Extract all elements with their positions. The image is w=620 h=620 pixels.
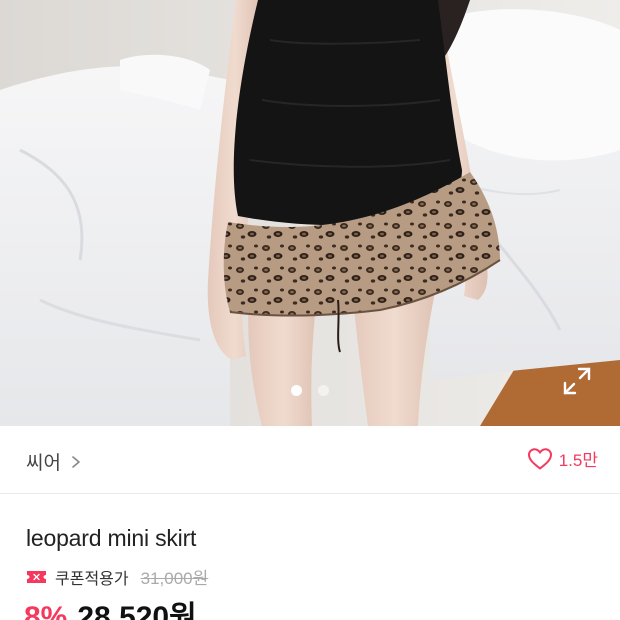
expand-icon: [563, 367, 591, 395]
chevron-right-icon: [72, 455, 80, 468]
coupon-icon: [27, 570, 46, 583]
heart-outline-icon: [527, 447, 552, 470]
sale-price: 28,520원: [77, 601, 197, 620]
carousel-dot-2[interactable]: [318, 385, 329, 396]
brand-name: 씨어: [26, 453, 61, 474]
brand-link[interactable]: 씨어: [26, 448, 81, 475]
brand-row: 씨어 1.5만: [0, 426, 620, 494]
coupon-price-row: 쿠폰적용가 31,000원: [26, 564, 208, 589]
like-count: 1.5만: [558, 451, 598, 470]
expand-image-button[interactable]: [560, 364, 594, 398]
carousel-dot-1[interactable]: [291, 385, 302, 396]
coupon-label: 쿠폰적용가: [55, 570, 129, 588]
product-photo: [0, 0, 620, 426]
product-title: leopard mini skirt: [26, 525, 197, 551]
like-button[interactable]: 1.5만: [527, 446, 598, 471]
discount-rate: 8%: [24, 601, 68, 620]
price-row: 8% 28,520원: [24, 592, 197, 620]
original-price: 31,000원: [140, 569, 209, 588]
carousel-dots: [0, 385, 620, 397]
product-image-carousel[interactable]: [0, 0, 620, 426]
